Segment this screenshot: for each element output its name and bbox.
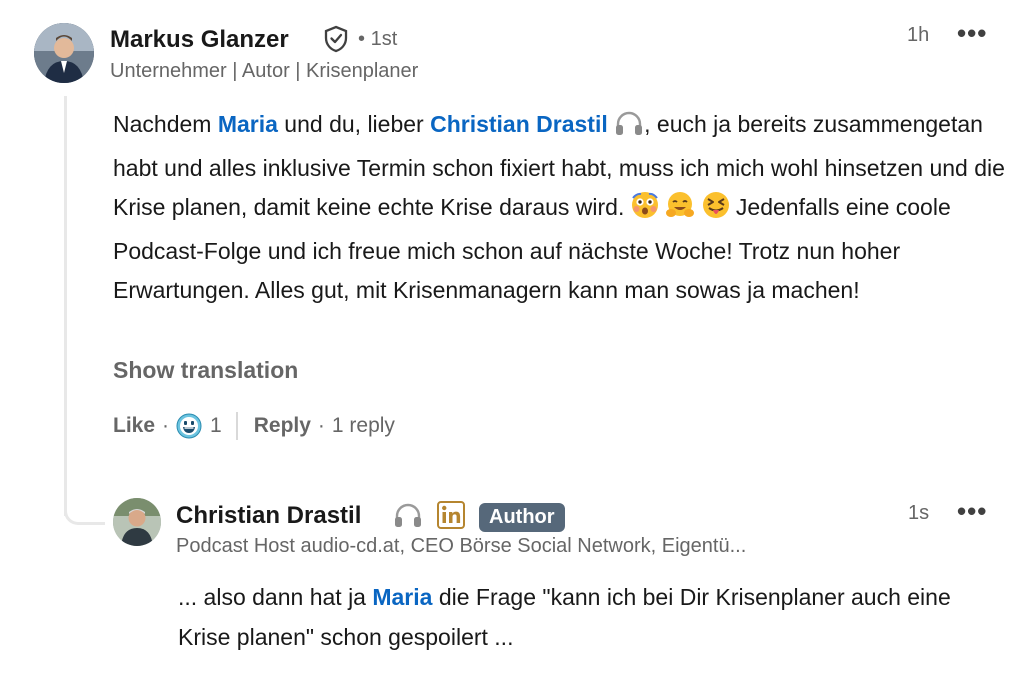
separator-dot: · <box>317 414 325 437</box>
grinning-reaction-icon[interactable] <box>176 413 202 439</box>
comment-author-headline: Unternehmer | Autor | Krisenplaner <box>110 60 419 82</box>
verified-shield-icon <box>323 25 349 58</box>
separator-dot: • <box>358 28 366 50</box>
linkedin-icon <box>437 501 465 534</box>
hugging-face-emoji <box>665 191 695 232</box>
headphones-icon <box>393 502 423 533</box>
comment-text-part: Nachdem <box>113 111 218 137</box>
reply-author-headline: Podcast Host audio-cd.at, CEO Börse Soci… <box>176 535 747 557</box>
action-divider <box>235 412 238 440</box>
comment-body: Nachdem Maria und du, lieber Christian D… <box>113 105 1008 311</box>
mention-christian-drastil[interactable]: Christian Drastil <box>430 111 608 137</box>
comment-more-options-icon[interactable]: ••• <box>957 18 987 49</box>
reply-count-link[interactable]: 1 reply <box>332 414 395 438</box>
reply-body: ... also dann hat ja Maria die Frage "ka… <box>178 578 998 657</box>
thread-line-curve <box>64 486 105 525</box>
connection-degree: • 1st <box>358 28 397 51</box>
thread-line <box>64 96 67 516</box>
avatar-image <box>34 23 94 83</box>
avatar-image <box>113 498 161 546</box>
reply-timestamp: 1s <box>908 502 930 524</box>
comment-author-name[interactable]: Markus Glanzer <box>110 26 289 54</box>
mention-maria[interactable]: Maria <box>372 584 432 610</box>
author-badge: Author <box>479 503 565 532</box>
comment-text-part: und du, lieber <box>277 111 431 137</box>
avatar-christian-drastil[interactable] <box>113 498 161 546</box>
reaction-count[interactable]: 1 <box>210 414 222 438</box>
separator-dot: · <box>162 414 170 437</box>
connection-label: 1st <box>370 28 398 50</box>
headphones-icon <box>614 109 644 149</box>
like-button[interactable]: Like <box>113 414 155 438</box>
reply-button[interactable]: Reply <box>254 414 311 438</box>
reply-author-name[interactable]: Christian Drastil <box>176 502 361 530</box>
comment-timestamp: 1h <box>907 24 930 46</box>
reply-text-part: ... also dann hat ja <box>178 584 373 610</box>
squinting-tongue-emoji <box>702 191 730 232</box>
flushed-face-emoji <box>631 191 659 232</box>
reply-more-options-icon[interactable]: ••• <box>957 496 987 527</box>
show-translation-link[interactable]: Show translation <box>113 357 298 384</box>
avatar-markus-glanzer[interactable] <box>34 23 94 83</box>
comment-actions: Like · 1 Reply · 1 reply <box>113 412 395 440</box>
mention-maria[interactable]: Maria <box>218 111 278 137</box>
